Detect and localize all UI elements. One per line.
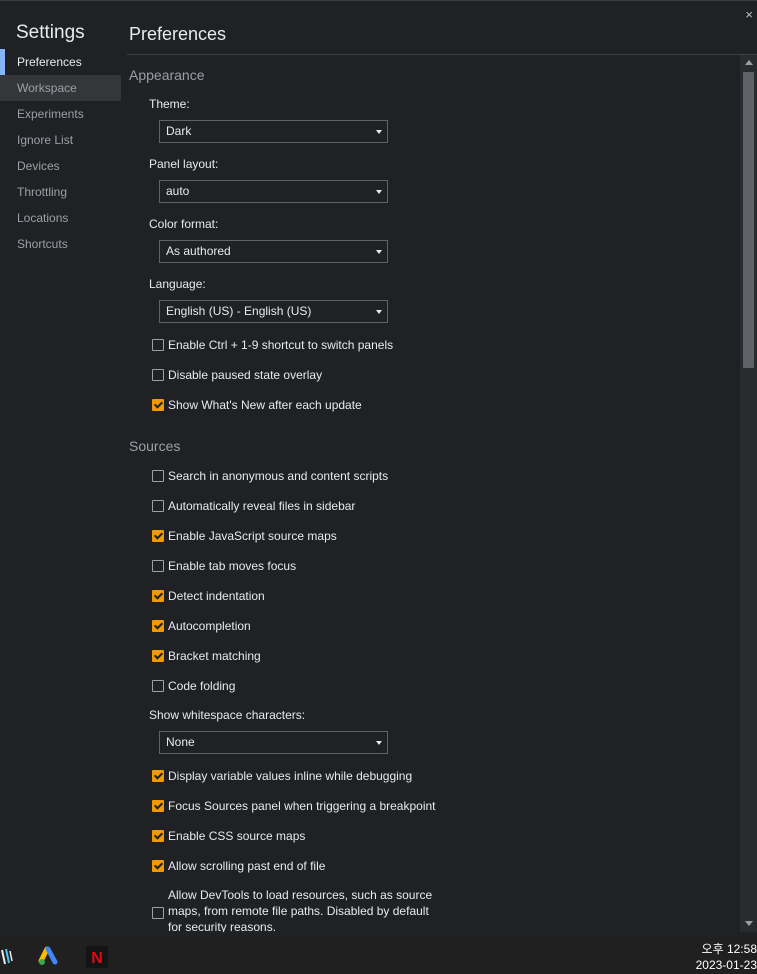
system-clock[interactable]: 오후 12:58 2023-01-23 — [696, 941, 757, 973]
color-format-label: Color format: — [149, 217, 219, 231]
checkbox-ctrl-shortcut[interactable]: Enable Ctrl + 1-9 shortcut to switch pan… — [152, 337, 393, 353]
checkbox-detect-indentation[interactable]: Detect indentation — [152, 588, 265, 604]
sidebar-item-devices[interactable]: Devices — [0, 153, 121, 179]
clock-time: 오후 12:58 — [701, 942, 757, 956]
checkbox-box[interactable] — [152, 829, 164, 842]
checkbox-label: Detect indentation — [168, 589, 265, 603]
chevron-down-icon — [376, 250, 382, 254]
checkbox-label: Allow DevTools to load resources, such a… — [168, 888, 433, 932]
checkbox-css-source-maps[interactable]: Enable CSS source maps — [152, 828, 305, 844]
checkbox-box[interactable] — [152, 469, 164, 482]
sidebar-item-ignore-list[interactable]: Ignore List — [0, 127, 121, 153]
checkbox-autocompletion[interactable]: Autocompletion — [152, 618, 251, 634]
settings-sidebar: Settings Preferences Workspace Experimen… — [0, 1, 121, 939]
scrollbar-thumb[interactable] — [743, 72, 754, 368]
sidebar-title: Settings — [16, 22, 85, 43]
whitespace-label: Show whitespace characters: — [149, 708, 306, 722]
netflix-letter: N — [91, 950, 103, 967]
checkbox-label: Search in anonymous and content scripts — [168, 469, 389, 483]
color-format-select-value: As authored — [166, 244, 231, 258]
language-select[interactable]: English (US) - English (US) — [159, 300, 388, 323]
sidebar-item-workspace[interactable]: Workspace — [0, 75, 121, 101]
checkbox-label: Focus Sources panel when triggering a br… — [168, 799, 436, 813]
checkbox-box[interactable] — [152, 368, 164, 381]
sidebar-item-throttling[interactable]: Throttling — [0, 179, 121, 205]
checkbox-label: Automatically reveal files in sidebar — [168, 499, 356, 513]
checkbox-reveal-files[interactable]: Automatically reveal files in sidebar — [152, 498, 355, 514]
theme-select-value: Dark — [166, 124, 192, 138]
clock-date: 2023-01-23 — [695, 958, 757, 972]
checkbox-inline-values[interactable]: Display variable values inline while deb… — [152, 768, 412, 784]
checkbox-box[interactable] — [152, 559, 164, 572]
checkbox-label: Disable paused state overlay — [168, 368, 323, 382]
checkbox-box[interactable] — [152, 338, 164, 351]
taskbar: N 오후 12:58 2023-01-23 — [0, 938, 757, 974]
close-icon[interactable]: × — [745, 8, 753, 22]
chevron-down-icon — [376, 741, 382, 745]
panel-layout-label: Panel layout: — [149, 157, 219, 171]
checkbox-box[interactable] — [152, 589, 164, 602]
section-sources-heading: Sources — [129, 438, 181, 454]
sidebar-item-locations[interactable]: Locations — [0, 205, 121, 231]
language-label: Language: — [149, 277, 206, 291]
scroll-down-arrow-icon[interactable] — [745, 921, 753, 926]
checkbox-box[interactable] — [152, 769, 164, 782]
checkbox-box[interactable] — [152, 649, 164, 662]
checkbox-code-folding[interactable]: Code folding — [152, 678, 235, 694]
checkbox-label: Autocompletion — [168, 619, 251, 633]
checkbox-label: Enable Ctrl + 1-9 shortcut to switch pan… — [168, 338, 394, 352]
sidebar-item-preferences[interactable]: Preferences — [0, 49, 121, 75]
checkbox-label: Show What's New after each update — [168, 398, 362, 412]
checkbox-box[interactable] — [152, 529, 164, 542]
chevron-down-icon — [376, 130, 382, 134]
google-ads-icon[interactable] — [38, 946, 60, 968]
checkbox-show-whats-new[interactable]: Show What's New after each update — [152, 397, 362, 413]
theme-select[interactable]: Dark — [159, 120, 388, 143]
page-title: Preferences — [129, 24, 227, 44]
checkbox-box[interactable] — [152, 499, 164, 512]
checkbox-disable-paused-overlay[interactable]: Disable paused state overlay — [152, 367, 322, 383]
checkbox-box[interactable] — [152, 398, 164, 411]
checkbox-label: Enable JavaScript source maps — [168, 529, 337, 543]
preferences-content: Appearance Theme: Dark Panel layout: aut… — [121, 55, 740, 932]
checkbox-js-source-maps[interactable]: Enable JavaScript source maps — [152, 528, 337, 544]
checkbox-tab-moves-focus[interactable]: Enable tab moves focus — [152, 558, 296, 574]
scroll-up-arrow-icon[interactable] — [745, 60, 753, 65]
chevron-down-icon — [376, 190, 382, 194]
checkbox-label: Enable tab moves focus — [168, 559, 297, 573]
checkbox-label: Bracket matching — [168, 649, 261, 663]
checkbox-box[interactable] — [152, 679, 164, 692]
chevron-down-icon — [376, 310, 382, 314]
checkbox-box[interactable] — [152, 859, 164, 872]
theme-label: Theme: — [149, 97, 190, 111]
checkbox-box[interactable] — [152, 619, 164, 632]
sidebar-item-experiments[interactable]: Experiments — [0, 101, 121, 127]
pen-app-icon[interactable] — [0, 946, 22, 968]
checkbox-label: Enable CSS source maps — [168, 829, 306, 843]
checkbox-label: Allow scrolling past end of file — [168, 859, 326, 873]
netflix-icon[interactable]: N — [86, 946, 108, 968]
color-format-select[interactable]: As authored — [159, 240, 388, 263]
section-appearance-heading: Appearance — [129, 67, 205, 83]
sidebar-item-shortcuts[interactable]: Shortcuts — [0, 231, 121, 257]
whitespace-select[interactable]: None — [159, 731, 388, 754]
whitespace-select-value: None — [166, 735, 195, 749]
panel-layout-select-value: auto — [166, 184, 190, 198]
checkbox-label: Code folding — [168, 679, 236, 693]
checkbox-scroll-past-end[interactable]: Allow scrolling past end of file — [152, 858, 325, 874]
vertical-scrollbar[interactable] — [740, 55, 757, 932]
panel-layout-select[interactable]: auto — [159, 180, 388, 203]
checkbox-search-anonymous[interactable]: Search in anonymous and content scripts — [152, 468, 388, 484]
checkbox-box[interactable] — [152, 799, 164, 812]
checkbox-box[interactable] — [152, 907, 164, 919]
language-select-value: English (US) - English (US) — [166, 304, 312, 318]
checkbox-focus-sources-panel[interactable]: Focus Sources panel when triggering a br… — [152, 798, 436, 814]
checkbox-bracket-matching[interactable]: Bracket matching — [152, 648, 261, 664]
settings-window: × Settings Preferences Workspace Experim… — [0, 0, 757, 939]
checkbox-label: Display variable values inline while deb… — [168, 769, 413, 783]
